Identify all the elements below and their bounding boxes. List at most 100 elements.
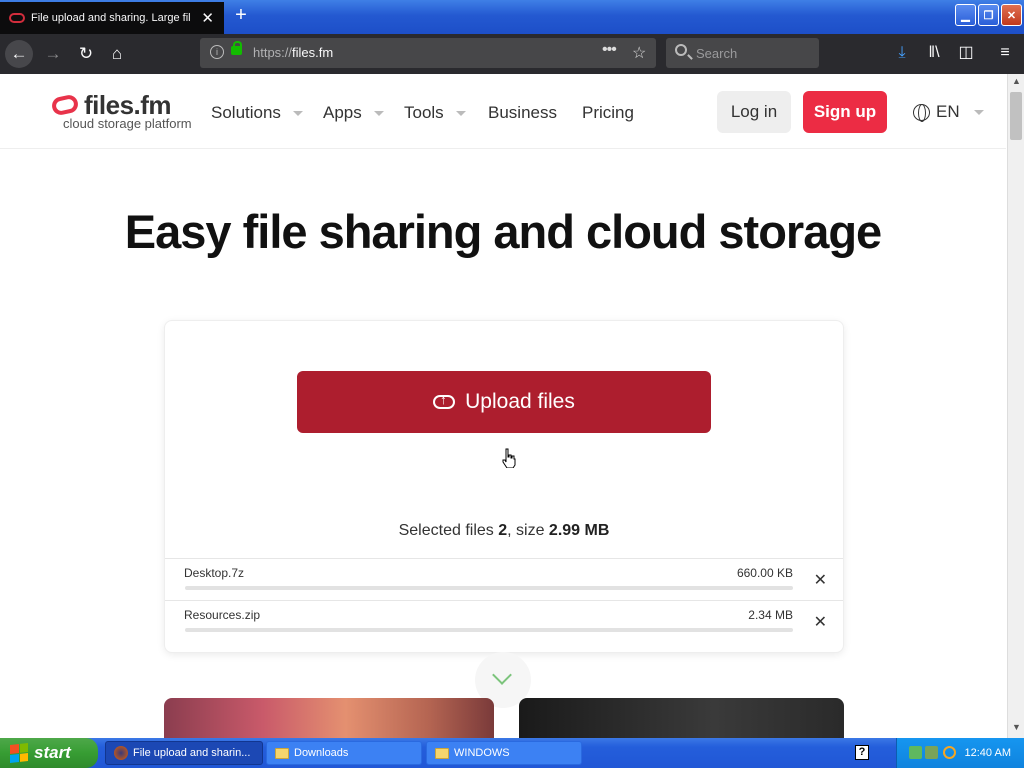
system-tray: 12:40 AM xyxy=(896,738,1024,768)
hamburger-menu-icon[interactable]: ≡ xyxy=(992,40,1018,66)
globe-icon xyxy=(913,103,930,122)
sidebar-icon[interactable]: ◫ xyxy=(953,40,979,66)
file-name: Desktop.7z xyxy=(184,566,245,580)
network-icon[interactable] xyxy=(909,746,922,759)
scroll-down-icon[interactable]: ▼ xyxy=(1010,722,1023,736)
taskbar-item-windows[interactable]: WINDOWS xyxy=(426,741,582,765)
summary-middle: , size xyxy=(507,522,549,539)
file-progress-bar xyxy=(185,586,793,590)
file-name: Resources.zip xyxy=(184,608,261,622)
url-domain: files.fm xyxy=(292,45,334,60)
scroll-up-icon[interactable]: ▲ xyxy=(1010,76,1023,90)
summary-prefix: Selected files xyxy=(398,522,499,539)
home-icon[interactable]: ⌂ xyxy=(103,40,131,68)
search-tray-icon[interactable] xyxy=(943,746,956,759)
taskbar-item-label: WINDOWS xyxy=(454,747,510,759)
page-actions-icon[interactable]: ••• xyxy=(602,41,617,59)
new-tab-button[interactable]: + xyxy=(230,4,252,28)
search-input[interactable] xyxy=(696,44,806,62)
site-info-icon[interactable]: i xyxy=(210,45,224,59)
feature-image-right xyxy=(519,698,844,738)
search-icon xyxy=(675,44,687,56)
browser-titlebar: File upload and sharing. Large file ✕ + … xyxy=(0,0,1024,34)
remove-file-icon[interactable]: ✕ xyxy=(814,570,827,590)
taskbar-item-label: Downloads xyxy=(294,747,349,759)
file-progress-bar xyxy=(185,628,793,632)
file-size: 660.00 KB xyxy=(736,566,793,580)
minimize-button[interactable]: ▁ xyxy=(955,4,976,26)
feature-image-left xyxy=(164,698,494,738)
signup-button[interactable]: Sign up xyxy=(803,91,887,133)
upload-card: Upload files Selected files 2, size 2.99… xyxy=(164,320,844,653)
nav-item-tools[interactable]: Tools xyxy=(404,103,466,123)
url-bar[interactable]: i https://files.fm ••• ☆ xyxy=(200,38,656,68)
browser-toolbar: ← → ↻ ⌂ i https://files.fm ••• ☆ ⤓ ‖\ ◫ … xyxy=(0,34,1024,74)
nav-label: Apps xyxy=(323,103,362,122)
remove-file-icon[interactable]: ✕ xyxy=(814,612,827,632)
language-label: EN xyxy=(936,102,960,121)
reload-icon[interactable]: ↻ xyxy=(72,40,100,68)
hero-title: Easy file sharing and cloud storage xyxy=(124,205,882,258)
file-size: 2.34 MB xyxy=(748,608,793,622)
nav-label: Tools xyxy=(404,103,444,122)
taskbar-item-label: File upload and sharin... xyxy=(133,747,251,759)
firefox-icon xyxy=(114,746,128,760)
folder-icon xyxy=(275,747,289,759)
url-protocol: https:// xyxy=(253,45,293,60)
summary-size: 2.99 MB xyxy=(548,522,610,539)
library-icon[interactable]: ‖\ xyxy=(921,40,947,66)
nav-item-pricing[interactable]: Pricing xyxy=(582,103,634,123)
start-label: start xyxy=(34,743,71,762)
login-button[interactable]: Log in xyxy=(717,91,791,133)
file-row: Desktop.7z 660.00 KB ✕ xyxy=(165,558,843,600)
nav-item-solutions[interactable]: Solutions xyxy=(211,103,303,123)
file-row: Resources.zip 2.34 MB ✕ xyxy=(165,600,843,642)
upload-label: Upload files xyxy=(465,390,575,413)
windows-flag-icon xyxy=(10,743,28,763)
forward-arrow-icon[interactable]: → xyxy=(39,40,67,68)
restore-button[interactable]: ❐ xyxy=(978,4,999,26)
clock: 12:40 AM xyxy=(964,747,1011,759)
scrollbar-thumb[interactable] xyxy=(1010,92,1022,140)
hand-cursor-icon xyxy=(502,448,516,468)
safely-remove-icon[interactable] xyxy=(925,746,938,759)
help-icon[interactable]: ? xyxy=(855,745,869,760)
site-header: files.fm cloud storage platform Solution… xyxy=(0,74,1006,149)
close-window-button[interactable]: ✕ xyxy=(1001,4,1022,26)
files-fm-favicon-icon xyxy=(9,13,25,23)
window-controls: ▁ ❐ ✕ xyxy=(955,4,1022,26)
chevron-down-icon xyxy=(373,110,384,116)
nav-label: Business xyxy=(488,103,557,122)
downloads-icon[interactable]: ⤓ xyxy=(889,40,915,66)
chevron-down-icon xyxy=(492,665,512,685)
tab-close-icon[interactable]: ✕ xyxy=(201,9,214,27)
nav-label: Solutions xyxy=(211,103,281,122)
cloud-upload-icon xyxy=(433,392,456,409)
tab-title: File upload and sharing. Large file xyxy=(31,12,191,24)
secure-lock-icon xyxy=(231,41,242,55)
chevron-down-icon xyxy=(973,109,984,115)
page-viewport: files.fm cloud storage platform Solution… xyxy=(0,74,1006,738)
taskbar-item-firefox[interactable]: File upload and sharin... xyxy=(105,741,263,765)
upload-files-button[interactable]: Upload files xyxy=(297,371,711,433)
url-text[interactable]: https://files.fm xyxy=(253,45,333,60)
folder-icon xyxy=(435,747,449,759)
taskbar-item-downloads[interactable]: Downloads xyxy=(266,741,422,765)
language-selector[interactable]: EN xyxy=(913,102,984,122)
browser-tab-active[interactable]: File upload and sharing. Large file ✕ xyxy=(0,2,224,34)
back-arrow-icon[interactable]: ← xyxy=(5,40,33,68)
chevron-down-icon xyxy=(455,110,466,116)
windows-taskbar: start File upload and sharin... Download… xyxy=(0,738,1024,768)
bookmark-star-icon[interactable]: ☆ xyxy=(632,43,646,63)
start-button[interactable]: start xyxy=(0,738,98,768)
search-bar[interactable] xyxy=(666,38,819,68)
selected-files-summary: Selected files 2, size 2.99 MB xyxy=(165,522,843,540)
logo-mark-icon xyxy=(50,93,80,117)
chevron-down-icon xyxy=(292,110,303,116)
nav-item-apps[interactable]: Apps xyxy=(323,103,384,123)
nav-label: Pricing xyxy=(582,103,634,122)
page-scrollbar[interactable]: ▲ ▼ xyxy=(1007,74,1024,738)
logo-tagline: cloud storage platform xyxy=(63,116,192,131)
summary-count: 2 xyxy=(498,522,508,539)
nav-item-business[interactable]: Business xyxy=(488,103,557,123)
